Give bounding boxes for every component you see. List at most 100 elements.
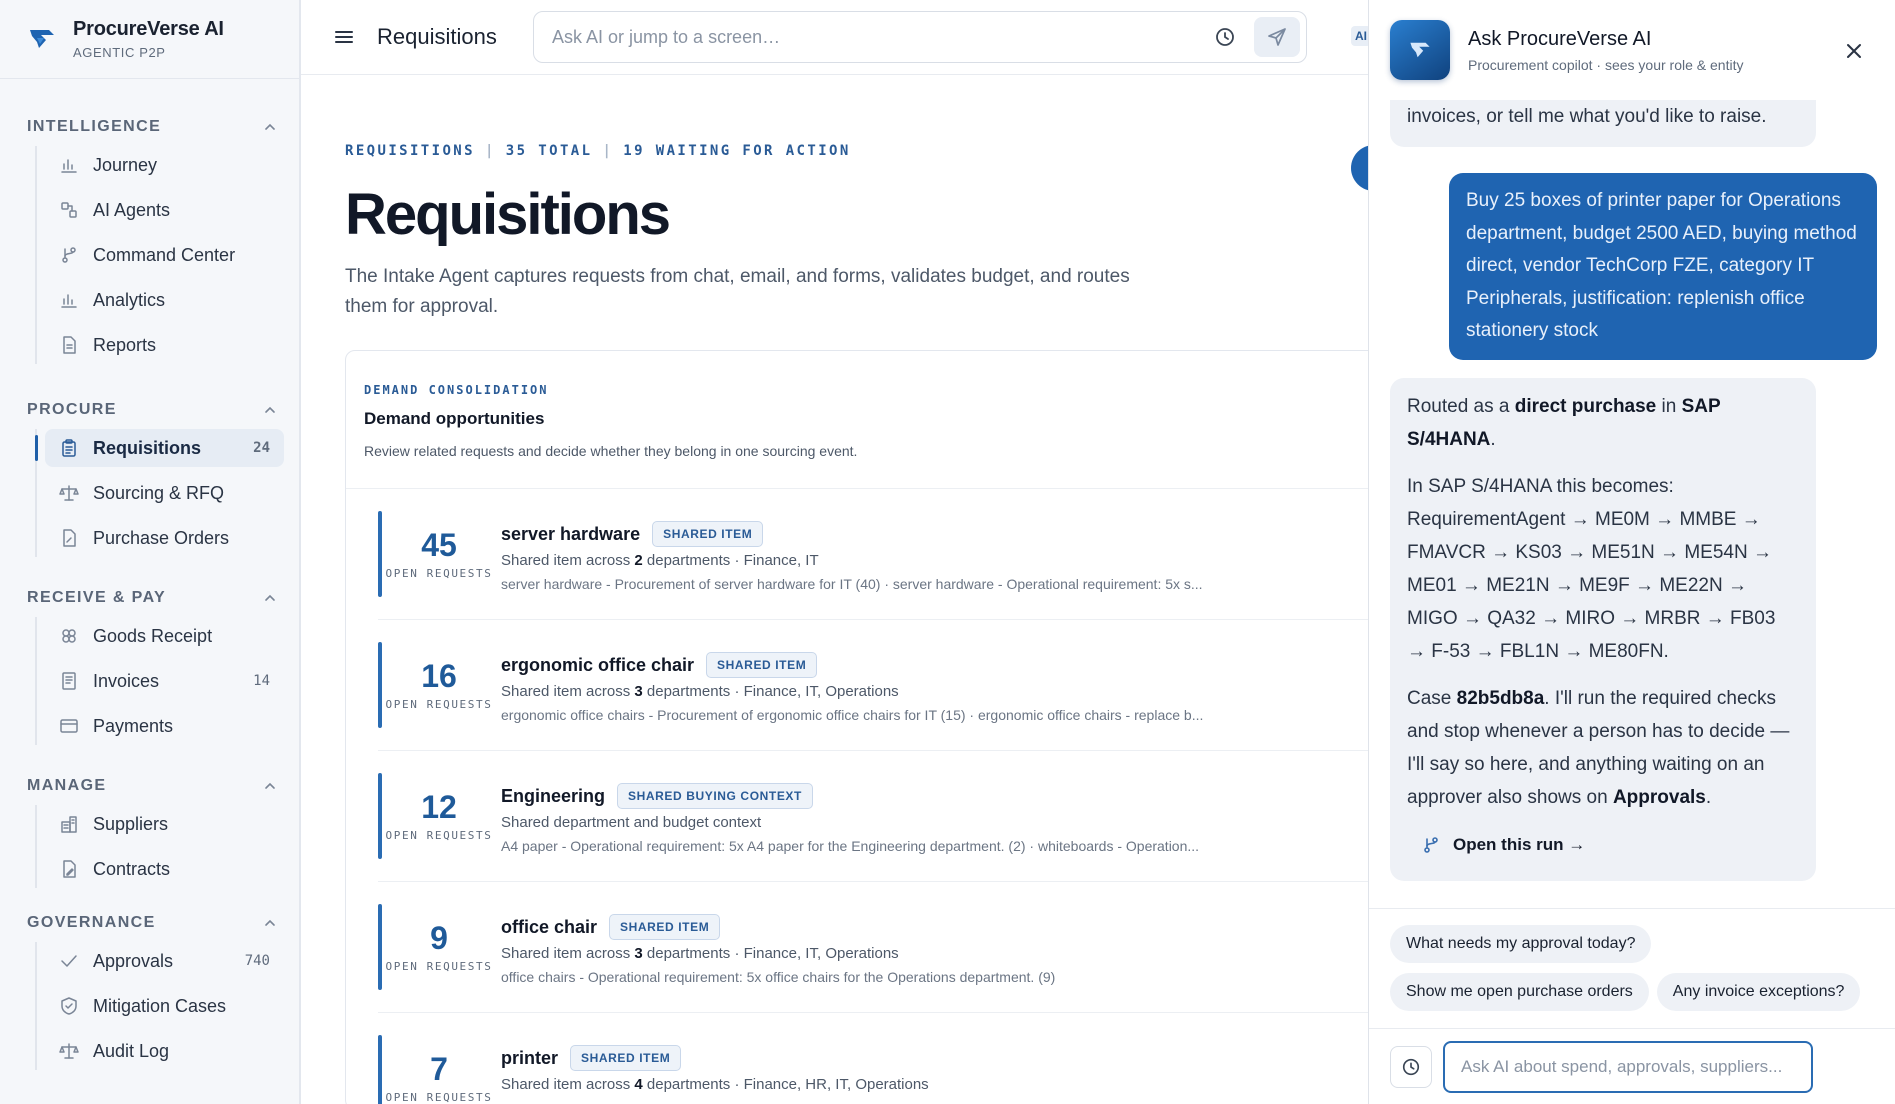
- assistant-title: Ask ProcureVerse AI: [1468, 27, 1652, 50]
- breadcrumb: REQUISITIONS | 35 TOTAL | 19 WAITING FOR ACT…: [345, 143, 851, 159]
- composer-history-button[interactable]: [1390, 1045, 1432, 1088]
- chevron-up-icon[interactable]: [263, 403, 277, 417]
- row-accent-bar: [378, 904, 382, 990]
- sidebar-item-sourcing-rfq[interactable]: Sourcing & RFQ: [45, 474, 284, 512]
- suggestion-chip[interactable]: Show me open purchase orders: [1390, 973, 1649, 1011]
- global-search[interactable]: [533, 11, 1307, 63]
- page-header: REQUISITIONS | 35 TOTAL | 19 WAITING FOR ACT…: [301, 143, 1368, 323]
- row-accent-bar: [378, 642, 382, 728]
- crumb-waiting: 19 WAITING FOR ACTION: [623, 143, 851, 159]
- row-accent-bar: [378, 511, 382, 597]
- demand-opportunity-row[interactable]: 45 OPEN REQUESTS server hardware SHARED ITE…: [378, 489, 1384, 620]
- sidebar-item-label: Payments: [93, 715, 174, 736]
- main-content: Requisitions AI REQUISITIONS|35 TOTAL|19…: [300, 0, 1395, 1104]
- sidebar-item-reports[interactable]: Reports: [45, 326, 284, 364]
- suggestion-chip[interactable]: What needs my approval today?: [1390, 925, 1652, 963]
- sidebar-item-label: Analytics: [93, 289, 166, 310]
- sidebar-item-label: Contracts: [93, 858, 171, 879]
- sidebar: ProcureVerse AI AGENTIC P2P INTELLIGENCE…: [0, 0, 300, 1104]
- close-icon[interactable]: [1843, 40, 1865, 62]
- chevron-up-icon[interactable]: [263, 591, 277, 605]
- sidebar-item-command-center[interactable]: Command Center: [45, 236, 284, 274]
- open-request-count: 16: [421, 658, 457, 694]
- demand-opportunity-row[interactable]: 9 OPEN REQUESTS office chair SHARED ITEM Sha…: [378, 882, 1384, 1013]
- sidebar-item-mitigation-cases[interactable]: Mitigation Cases: [45, 987, 284, 1025]
- nav-section-header[interactable]: INTELLIGENCE: [27, 112, 284, 142]
- contract-icon: [63, 860, 76, 878]
- demand-subtitle: Review related requests and decide wheth…: [364, 443, 858, 459]
- chevron-up-icon[interactable]: [263, 916, 277, 930]
- topbar-title: Requisitions: [377, 24, 497, 49]
- sidebar-item-label: Purchase Orders: [93, 527, 230, 548]
- nav-section-header[interactable]: RECEIVE & PAY: [27, 583, 284, 613]
- nav-list: Requisitions 24 Sourcing & RFQ Purchase Ord…: [35, 429, 284, 557]
- row-accent-bar: [378, 1035, 382, 1104]
- crumb-total: 35 TOTAL: [505, 143, 593, 159]
- bar-chart-icon: [61, 159, 77, 173]
- open-request-count: 9: [430, 920, 448, 956]
- boxes-icon: [62, 629, 76, 643]
- opportunity-tag: SHARED ITEM: [609, 914, 721, 940]
- card-icon: [60, 719, 78, 733]
- crumb-section: REQUISITIONS: [345, 143, 475, 159]
- search-input[interactable]: [552, 26, 1214, 48]
- opportunity-name: office chair: [501, 916, 598, 937]
- invoice-icon: [62, 672, 76, 690]
- chat-thread[interactable]: invoices, or tell me what you'd like to …: [1369, 100, 1895, 908]
- opportunity-name: Engineering: [501, 785, 606, 806]
- nav-section-header[interactable]: GOVERNANCE: [27, 908, 284, 938]
- demand-opportunity-row[interactable]: 12 OPEN REQUESTS Engineering SHARED BUYING …: [378, 751, 1384, 882]
- demand-list: 45 OPEN REQUESTS server hardware SHARED ITE…: [346, 489, 1384, 1104]
- demand-opportunity-row[interactable]: 16 OPEN REQUESTS ergonomic office chair SHA…: [378, 620, 1384, 751]
- chat-input[interactable]: [1443, 1040, 1813, 1093]
- nav-section-header[interactable]: PROCURE: [27, 395, 284, 425]
- chat-composer: [1369, 1028, 1895, 1104]
- opportunity-summary: Shared item across 3 departments · Finan…: [501, 683, 899, 700]
- sidebar-item-label: Approvals: [93, 950, 174, 971]
- sidebar-item-goods-receipt[interactable]: Goods Receipt: [45, 617, 284, 655]
- reply-paragraph-2: In SAP S/4HANA this becomes: Requirement…: [1407, 476, 1776, 662]
- opportunity-tag: SHARED ITEM: [570, 1045, 682, 1071]
- sidebar-item-contracts[interactable]: Contracts: [45, 850, 284, 888]
- history-icon[interactable]: [1214, 26, 1236, 48]
- assistant-panel: Ask ProcureVerse AI Procurement copilot …: [1368, 0, 1895, 1104]
- brand-subtitle: AGENTIC P2P: [73, 45, 166, 60]
- opportunity-detail: office chairs - Operational requirement:…: [501, 969, 1056, 985]
- send-button[interactable]: [1254, 17, 1300, 57]
- sidebar-item-label: Command Center: [93, 244, 236, 265]
- chevron-up-icon[interactable]: [263, 779, 277, 793]
- chevron-up-icon[interactable]: [263, 120, 277, 134]
- sidebar-item-invoices[interactable]: Invoices 14: [45, 662, 284, 700]
- opportunity-name-row: office chair SHARED ITEM: [501, 914, 721, 940]
- nav-section-title: INTELLIGENCE: [27, 118, 162, 135]
- building-icon: [61, 816, 77, 833]
- nav-section-header[interactable]: MANAGE: [27, 771, 284, 801]
- open-request-count: 45: [421, 527, 457, 563]
- active-indicator: [35, 435, 38, 461]
- brand-name: ProcureVerse AI: [73, 18, 224, 40]
- demand-title: Demand opportunities: [364, 409, 545, 428]
- sidebar-item-approvals[interactable]: Approvals 740: [45, 942, 284, 980]
- file-edit-icon: [63, 529, 76, 547]
- sidebar-item-journey[interactable]: Journey: [45, 146, 284, 184]
- open-run-link[interactable]: Open this run →: [1407, 828, 1799, 861]
- suggestion-chips: What needs my approval today? Show me op…: [1369, 908, 1895, 1028]
- demand-opportunity-row[interactable]: 7 OPEN REQUESTS printer SHARED ITEM Shared i…: [378, 1013, 1384, 1104]
- sidebar-item-requisitions[interactable]: Requisitions 24: [45, 429, 284, 467]
- suggestion-chip[interactable]: Any invoice exceptions?: [1656, 973, 1861, 1011]
- assistant-logo-icon: [1390, 20, 1450, 80]
- sidebar-item-label: Reports: [93, 334, 157, 355]
- sidebar-item-ai-agents[interactable]: AI Agents: [45, 191, 284, 229]
- sidebar-item-audit-log[interactable]: Audit Log: [45, 1032, 284, 1070]
- sidebar-item-purchase-orders[interactable]: Purchase Orders: [45, 519, 284, 557]
- agents-icon: [61, 202, 77, 218]
- sidebar-item-suppliers[interactable]: Suppliers: [45, 805, 284, 843]
- menu-icon[interactable]: [333, 26, 355, 48]
- sidebar-item-payments[interactable]: Payments: [45, 707, 284, 745]
- nav-section: PROCURE Requisitions 24 Sourcing & RFQ Purch…: [0, 395, 299, 557]
- open-requests-label: OPEN REQUESTS: [385, 960, 493, 973]
- sidebar-item-analytics[interactable]: Analytics: [45, 281, 284, 319]
- sidebar-item-label: Audit Log: [93, 1040, 170, 1061]
- brand[interactable]: ProcureVerse AI AGENTIC P2P: [0, 0, 299, 79]
- user-message: Buy 25 boxes of printer paper for Operat…: [1449, 173, 1877, 360]
